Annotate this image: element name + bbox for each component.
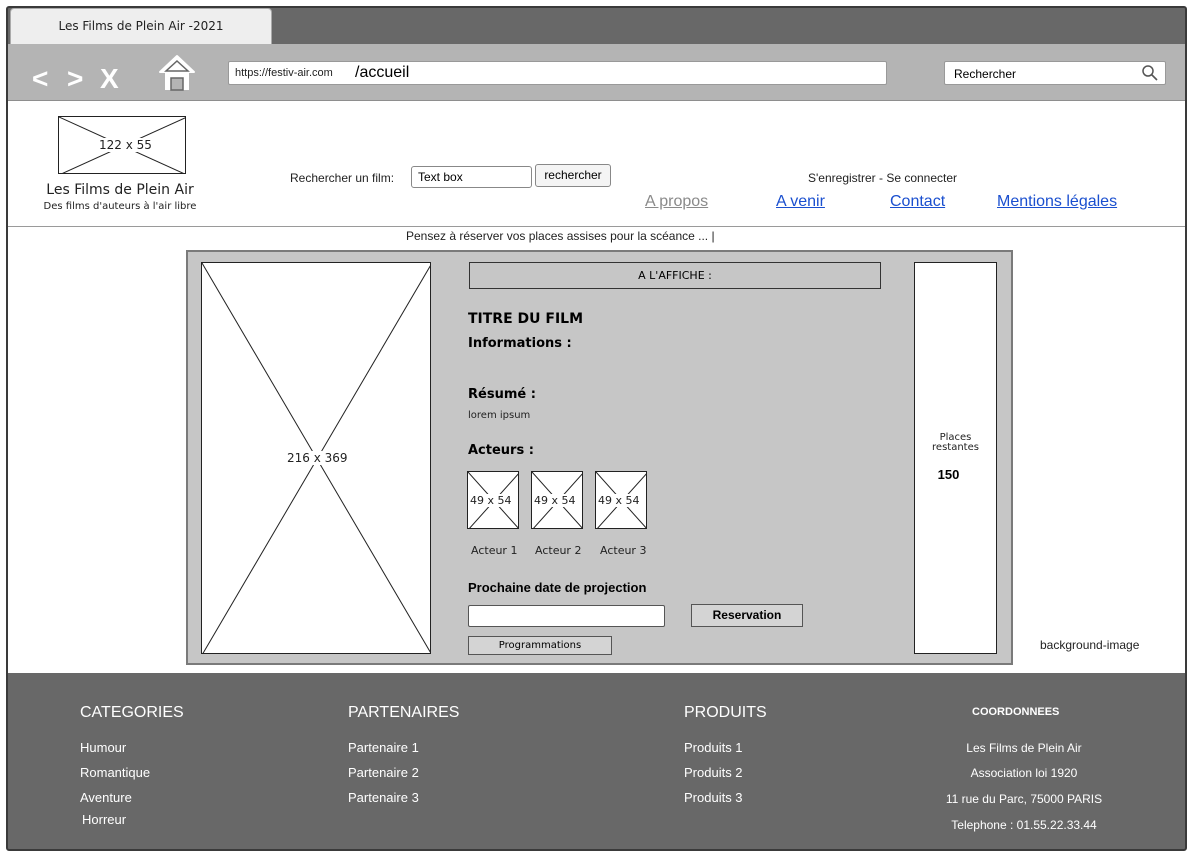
browser-window-frame xyxy=(6,6,1187,851)
